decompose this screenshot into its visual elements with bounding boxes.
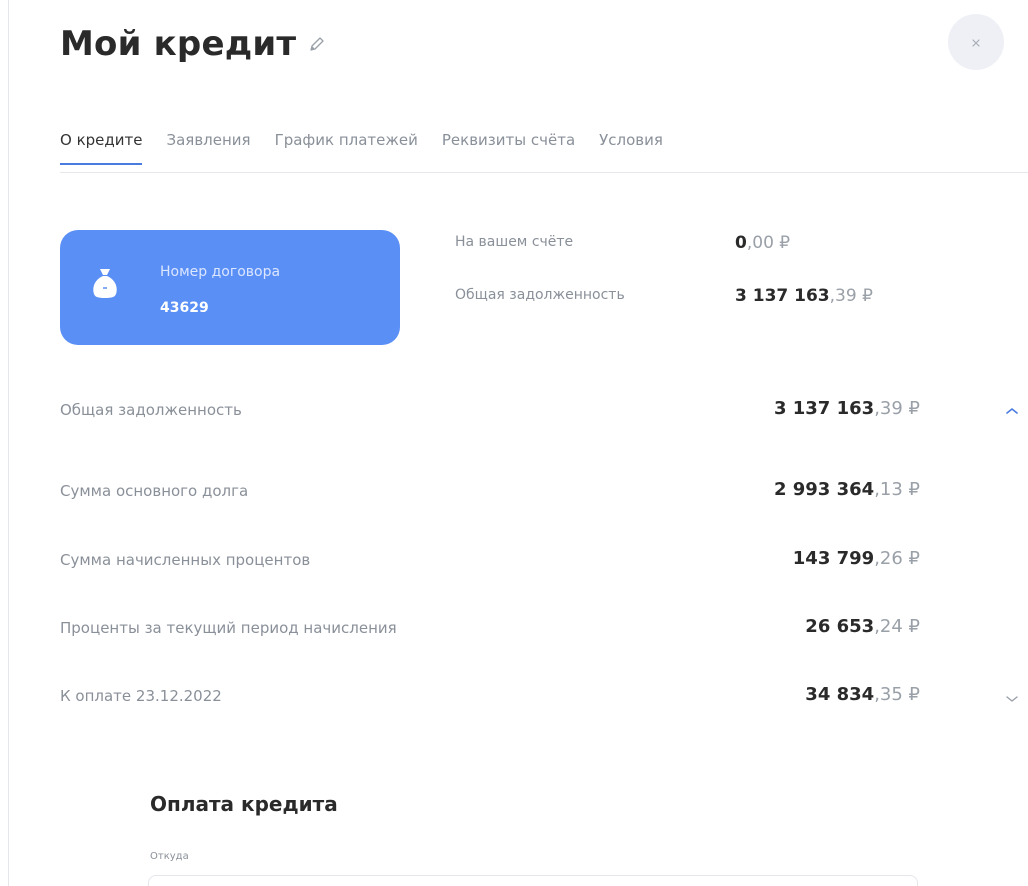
from-account-select[interactable] [148, 875, 918, 886]
detail-value-int: 2 993 364 [773, 479, 875, 500]
detail-value: 26 653,24 ₽ [805, 616, 920, 637]
page-title: Мой кредит [60, 24, 297, 64]
account-balance-label: На вашем счёте [455, 234, 574, 250]
tab-applications[interactable]: Заявления [166, 131, 250, 164]
total-debt-summary-int: 3 137 163 [735, 286, 830, 306]
detail-value-int: 143 799 [792, 548, 875, 569]
detail-value: 3 137 163,39 ₽ [774, 398, 920, 419]
detail-value-frac: ,35 ₽ [874, 684, 920, 705]
payment-section-title: Оплата кредита [150, 792, 338, 816]
title-row: Мой кредит [60, 24, 326, 64]
tab-about-loan[interactable]: О кредите [60, 131, 143, 165]
tab-account-details[interactable]: Реквизиты счёта [442, 131, 575, 164]
money-bag-icon [90, 266, 120, 300]
contract-number-value: 43629 [160, 300, 209, 316]
detail-value-int: 34 834 [805, 684, 875, 705]
tabs-divider [60, 172, 1028, 173]
detail-row-current-interest: Проценты за текущий период начисления 26… [60, 616, 920, 649]
tab-payment-schedule[interactable]: График платежей [275, 131, 418, 164]
detail-value-frac: ,39 ₽ [874, 398, 920, 419]
tab-conditions[interactable]: Условия [599, 131, 663, 164]
account-balance-int: 0 [735, 233, 747, 253]
detail-row-interest: Сумма начисленных процентов 143 799,26 ₽ [60, 548, 920, 581]
from-label: Откуда [150, 851, 189, 862]
account-balance-frac: ,00 ₽ [746, 233, 791, 253]
total-debt-summary-label: Общая задолженность [455, 287, 625, 303]
detail-value-int: 3 137 163 [773, 398, 875, 419]
chevron-down-icon[interactable] [1003, 690, 1021, 702]
close-icon [971, 33, 981, 52]
panel-border [8, 0, 9, 886]
detail-value: 143 799,26 ₽ [793, 548, 920, 569]
detail-value: 34 834,35 ₽ [805, 684, 920, 705]
close-button[interactable] [948, 14, 1004, 70]
total-debt-summary-frac: ,39 ₽ [829, 286, 873, 306]
account-balance-value: 0,00 ₽ [735, 233, 790, 253]
detail-label: Сумма начисленных процентов [60, 551, 311, 569]
tab-bar: О кредите Заявления График платежей Рекв… [60, 131, 687, 165]
detail-value-frac: ,13 ₽ [874, 479, 920, 500]
pencil-icon[interactable] [308, 35, 326, 53]
detail-row-due[interactable]: К оплате 23.12.2022 34 834,35 ₽ [60, 684, 920, 717]
detail-value: 2 993 364,13 ₽ [774, 479, 920, 500]
detail-value-int: 26 653 [805, 616, 875, 637]
loan-panel: Мой кредит О кредите Заявления График пл… [0, 0, 1028, 886]
detail-value-frac: ,24 ₽ [874, 616, 920, 637]
contract-card[interactable]: Номер договора 43629 [60, 230, 400, 345]
detail-row-total-debt[interactable]: Общая задолженность 3 137 163,39 ₽ [60, 398, 920, 431]
detail-label: Проценты за текущий период начисления [60, 619, 397, 637]
contract-number-label: Номер договора [160, 264, 281, 280]
detail-row-principal: Сумма основного долга 2 993 364,13 ₽ [60, 479, 920, 512]
detail-value-frac: ,26 ₽ [874, 548, 920, 569]
detail-label: Общая задолженность [60, 401, 242, 419]
detail-label: Сумма основного долга [60, 482, 249, 500]
total-debt-summary-value: 3 137 163,39 ₽ [735, 286, 873, 306]
detail-label: К оплате 23.12.2022 [60, 687, 222, 705]
chevron-up-icon[interactable] [1003, 402, 1021, 414]
